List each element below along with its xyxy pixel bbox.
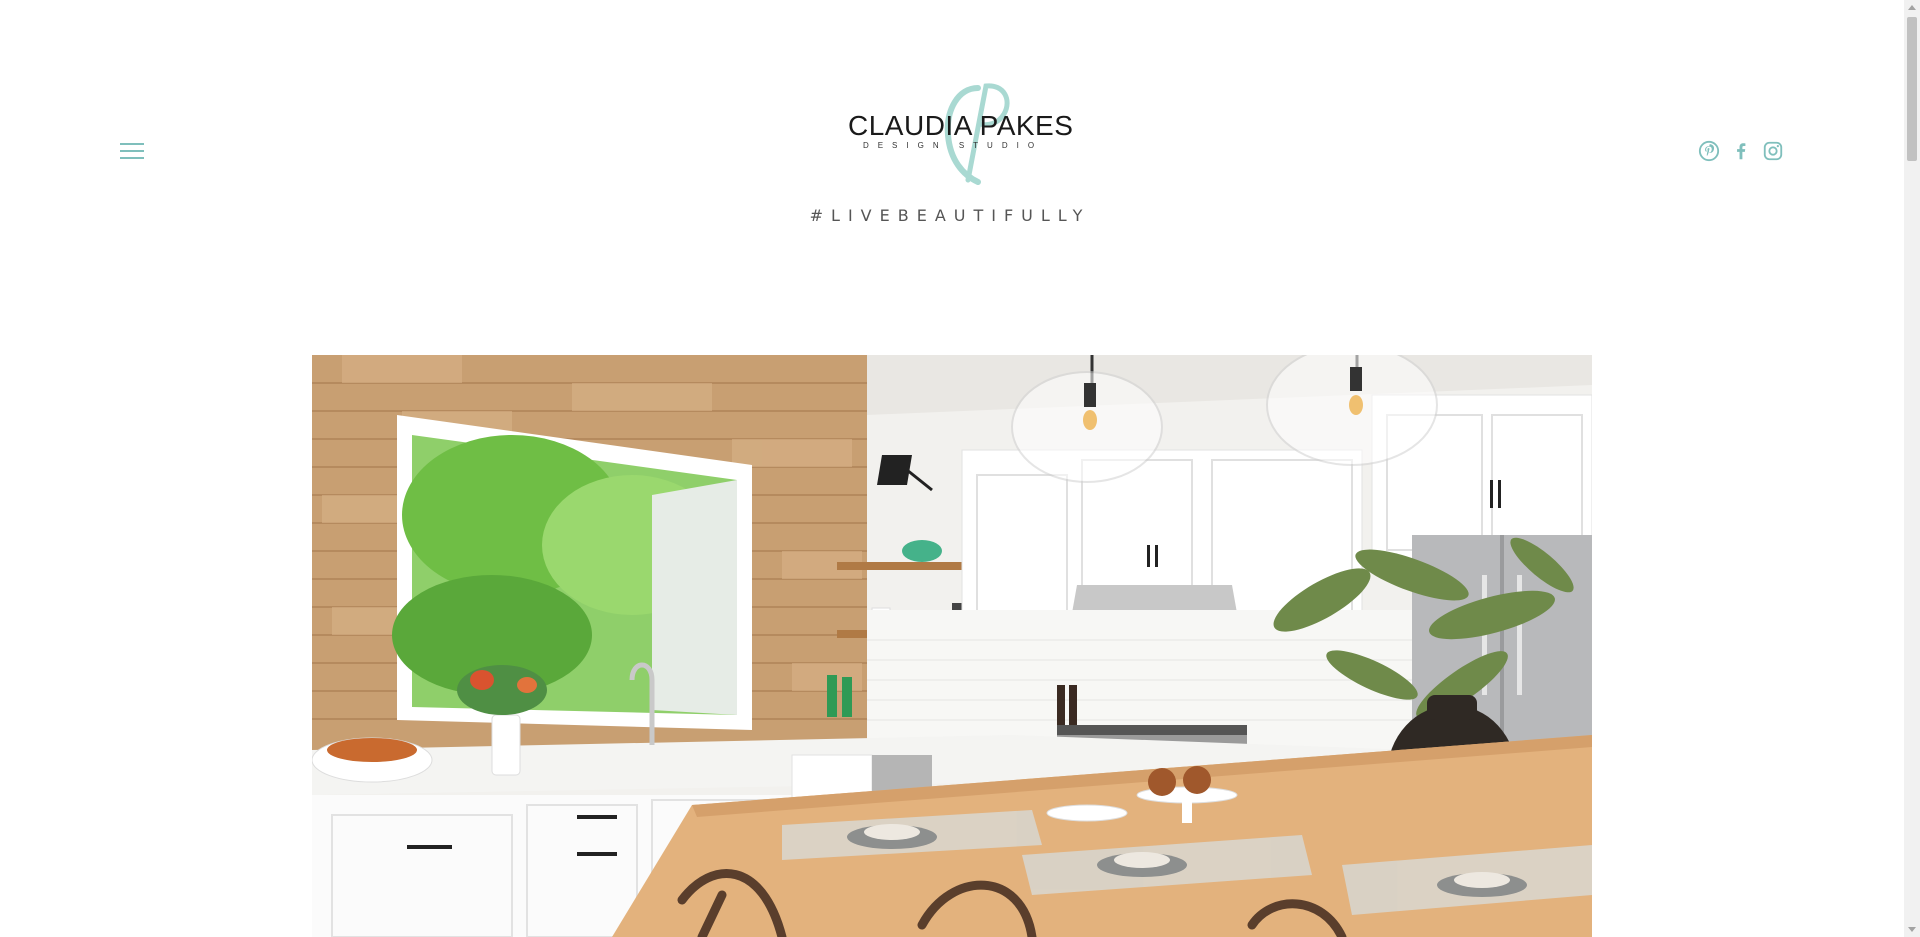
tagline: #LIVEBEAUTIFULLY [809, 206, 1091, 225]
hamburger-line [120, 157, 144, 159]
scroll-up-button[interactable] [1904, 0, 1920, 16]
site-logo[interactable]: CLAUDIA PAKES DESIGN STUDIO [840, 80, 1074, 190]
instagram-link[interactable] [1762, 140, 1784, 162]
hamburger-line [120, 143, 144, 145]
pinterest-icon [1698, 140, 1720, 162]
scroll-thumb[interactable] [1907, 17, 1917, 161]
menu-button[interactable] [120, 141, 146, 163]
facebook-link[interactable] [1730, 140, 1752, 162]
logo-name: CLAUDIA PAKES [848, 110, 1074, 141]
logo-subtitle: DESIGN STUDIO [862, 141, 1044, 150]
kitchen-photo [312, 355, 1592, 937]
pinterest-link[interactable] [1698, 140, 1720, 162]
facebook-icon [1737, 143, 1746, 160]
page-scrollbar[interactable] [1904, 0, 1920, 937]
instagram-icon [1763, 141, 1783, 161]
scroll-down-button[interactable] [1904, 921, 1920, 937]
hamburger-line [120, 150, 144, 152]
hero-image [312, 355, 1592, 937]
